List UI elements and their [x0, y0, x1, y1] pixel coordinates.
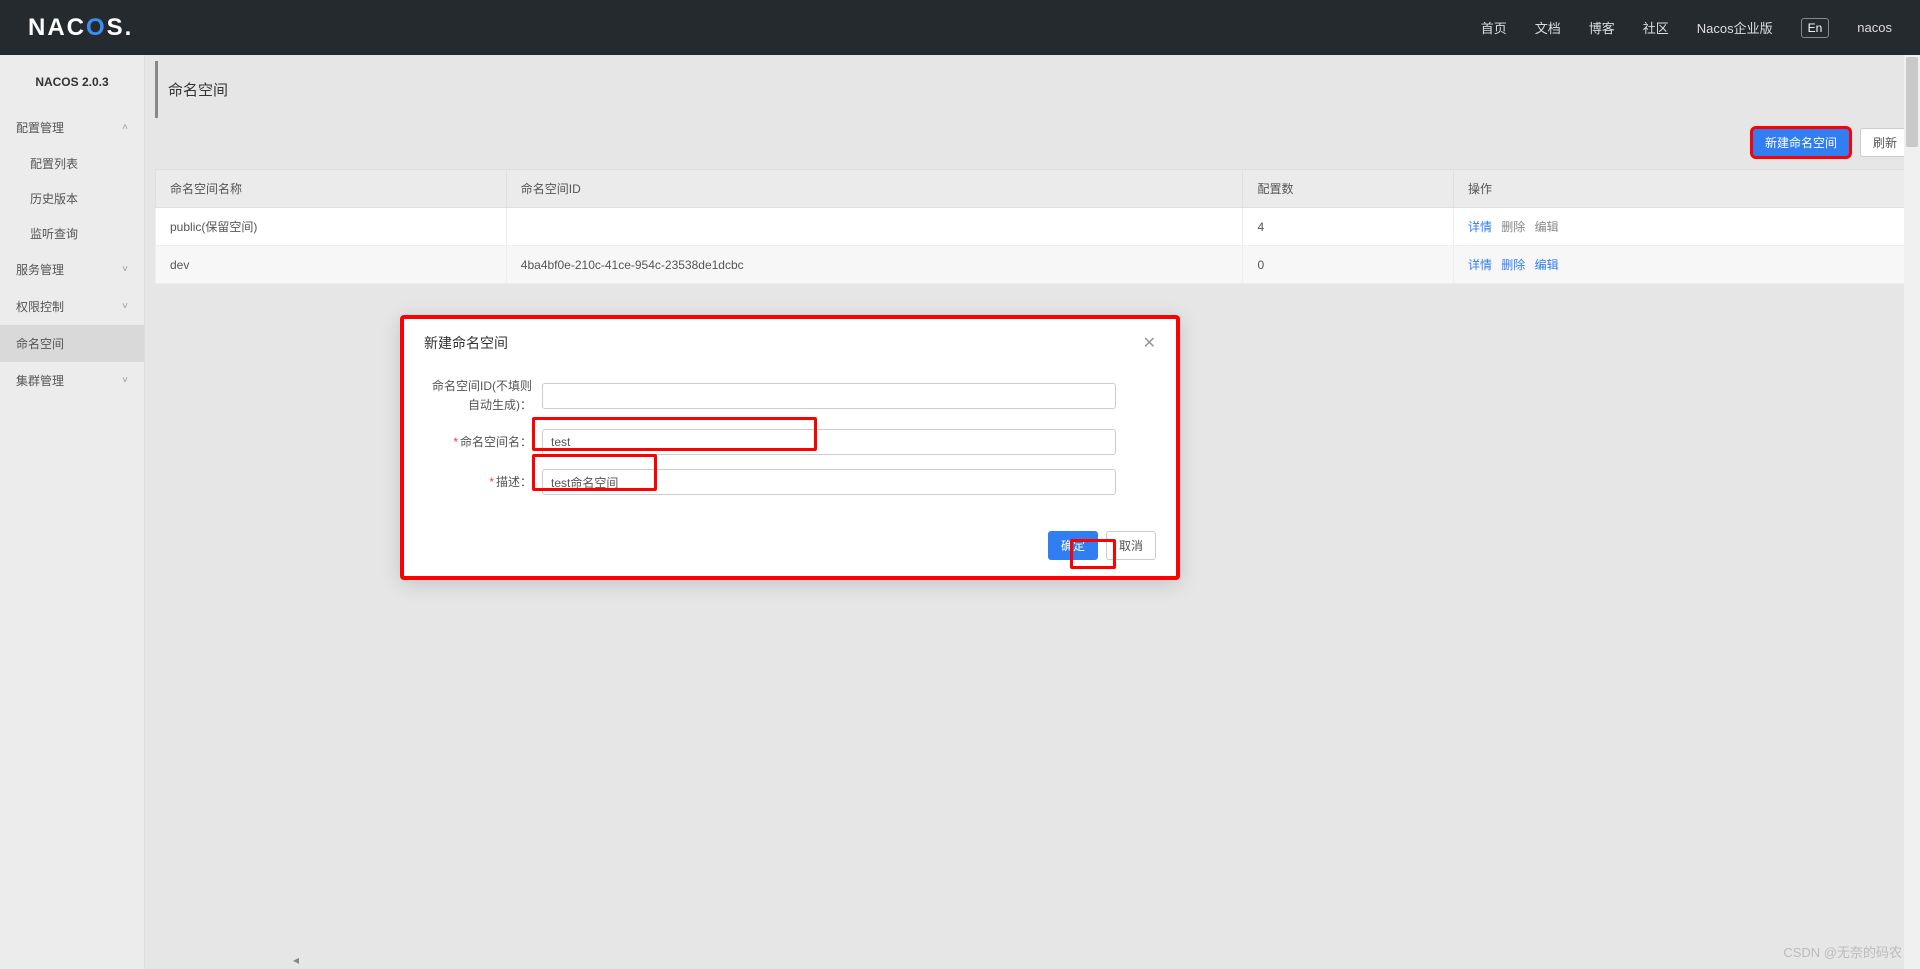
cell-id [506, 208, 1243, 246]
page-title: 命名空间 [155, 61, 1910, 118]
th-count: 配置数 [1243, 170, 1453, 208]
detail-link[interactable]: 详情 [1468, 220, 1492, 234]
namespace-id-input[interactable] [542, 383, 1116, 409]
logo-text-accent: O [86, 14, 107, 41]
sidebar-label: 命名空间 [16, 335, 64, 352]
sidebar-item-namespace[interactable]: 命名空间 [0, 325, 144, 362]
sidebar-item-config-mgmt[interactable]: 配置管理 ˄ [0, 109, 144, 146]
label-text: 描述： [496, 475, 532, 489]
th-id: 命名空间ID [506, 170, 1243, 208]
sidebar-item-cluster-mgmt[interactable]: 集群管理 ˅ [0, 362, 144, 399]
nav-enterprise[interactable]: Nacos企业版 [1697, 18, 1773, 37]
nav-blog[interactable]: 博客 [1589, 18, 1615, 37]
modal-footer: 确定 取消 [404, 519, 1176, 576]
new-namespace-modal: 新建命名空间 ✕ 命名空间ID(不填则自动生成)： *命名空间名： *描述： 确… [400, 315, 1180, 580]
modal-header: 新建命名空间 ✕ [404, 319, 1176, 367]
form-row-name: *命名空间名： [422, 429, 1116, 455]
new-namespace-button[interactable]: 新建命名空间 [1752, 128, 1850, 157]
scrollbar-thumb[interactable] [1906, 57, 1918, 147]
sidebar-label: 服务管理 [16, 261, 64, 278]
action-row: 新建命名空间 刷新 [155, 118, 1910, 169]
vertical-scrollbar[interactable] [1904, 55, 1920, 969]
label-text: 命名空间名： [460, 435, 532, 449]
form-row-id: 命名空间ID(不填则自动生成)： [422, 377, 1116, 415]
delete-link[interactable]: 删除 [1501, 258, 1525, 272]
cancel-button[interactable]: 取消 [1106, 531, 1156, 560]
top-bar: NACOS. 首页 文档 博客 社区 Nacos企业版 En nacos [0, 0, 1920, 55]
hscroll-left-arrow-icon[interactable]: ◂ [293, 953, 299, 967]
form-row-desc: *描述： [422, 469, 1116, 495]
sidebar: NACOS 2.0.3 配置管理 ˄ 配置列表 历史版本 监听查询 服务管理 ˅… [0, 55, 145, 969]
version-label: NACOS 2.0.3 [0, 55, 144, 109]
detail-link[interactable]: 详情 [1468, 258, 1492, 272]
modal-body: 命名空间ID(不填则自动生成)： *命名空间名： *描述： [404, 367, 1176, 519]
logo: NACOS. [28, 14, 133, 42]
modal-title: 新建命名空间 [424, 333, 508, 353]
watermark: CSDN @无奈的码农 [1783, 942, 1902, 961]
sidebar-sub-listen-query[interactable]: 监听查询 [0, 216, 144, 251]
edit-link[interactable]: 编辑 [1535, 258, 1559, 272]
sidebar-label: 配置管理 [16, 119, 64, 136]
sidebar-sub-config-list[interactable]: 配置列表 [0, 146, 144, 181]
nav-docs[interactable]: 文档 [1535, 18, 1561, 37]
cell-count: 4 [1243, 208, 1453, 246]
cell-count: 0 [1243, 246, 1453, 284]
chevron-up-icon: ˄ [122, 122, 128, 133]
cell-id: 4ba4bf0e-210c-41ce-954c-23538de1dcbc [506, 246, 1243, 284]
label-namespace-name: *命名空间名： [422, 433, 542, 452]
top-nav: 首页 文档 博客 社区 Nacos企业版 En nacos [1481, 18, 1892, 38]
nav-community[interactable]: 社区 [1643, 18, 1669, 37]
table-row: dev 4ba4bf0e-210c-41ce-954c-23538de1dcbc… [156, 246, 1910, 284]
table-row: public(保留空间) 4 详情 删除 编辑 [156, 208, 1910, 246]
sidebar-item-perm-ctrl[interactable]: 权限控制 ˅ [0, 288, 144, 325]
namespace-name-input[interactable] [542, 429, 1116, 455]
th-ops: 操作 [1453, 170, 1909, 208]
logo-text-post: S. [107, 14, 134, 41]
chevron-down-icon: ˅ [122, 375, 128, 386]
edit-link: 编辑 [1535, 220, 1559, 234]
close-icon[interactable]: ✕ [1143, 333, 1156, 353]
delete-link: 删除 [1501, 220, 1525, 234]
cell-name: public(保留空间) [156, 208, 507, 246]
refresh-button[interactable]: 刷新 [1860, 128, 1910, 157]
sidebar-label: 集群管理 [16, 372, 64, 389]
logo-text-pre: NAC [28, 14, 86, 41]
chevron-down-icon: ˅ [122, 301, 128, 312]
nav-home[interactable]: 首页 [1481, 18, 1507, 37]
ok-button[interactable]: 确定 [1048, 531, 1098, 560]
cell-ops: 详情 删除 编辑 [1453, 246, 1909, 284]
cell-name: dev [156, 246, 507, 284]
sidebar-item-service-mgmt[interactable]: 服务管理 ˅ [0, 251, 144, 288]
label-namespace-desc: *描述： [422, 473, 542, 492]
user-menu[interactable]: nacos [1857, 20, 1892, 35]
namespace-table: 命名空间名称 命名空间ID 配置数 操作 public(保留空间) 4 详情 删… [155, 169, 1910, 284]
namespace-desc-input[interactable] [542, 469, 1116, 495]
sidebar-sub-history[interactable]: 历史版本 [0, 181, 144, 216]
label-namespace-id: 命名空间ID(不填则自动生成)： [422, 377, 542, 415]
sidebar-label: 权限控制 [16, 298, 64, 315]
chevron-down-icon: ˅ [122, 264, 128, 275]
cell-ops: 详情 删除 编辑 [1453, 208, 1909, 246]
lang-switch-button[interactable]: En [1801, 18, 1830, 38]
th-name: 命名空间名称 [156, 170, 507, 208]
